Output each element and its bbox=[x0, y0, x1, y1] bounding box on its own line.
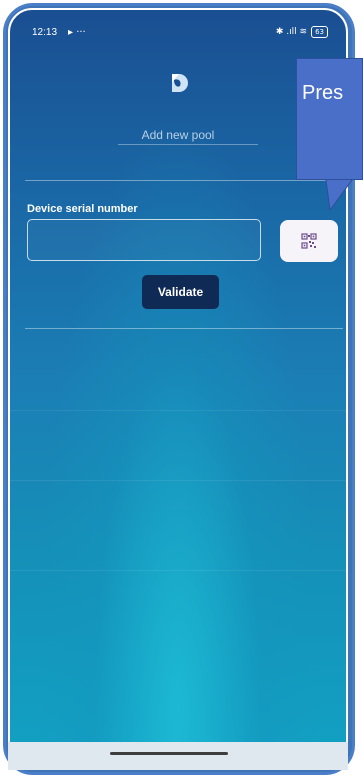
qr-code-icon bbox=[301, 233, 317, 249]
serial-number-input[interactable] bbox=[27, 219, 261, 261]
water-texture bbox=[10, 480, 346, 481]
status-notification-icons: ▸ ··· bbox=[68, 27, 86, 38]
status-time: 12:13 bbox=[32, 27, 58, 38]
signal-wifi-icon: ✱ .ıll ≋ bbox=[275, 27, 308, 37]
battery-icon: 63 bbox=[311, 26, 328, 38]
callout-text: Pres bbox=[302, 82, 344, 104]
title-divider bbox=[118, 144, 258, 145]
divider-bottom bbox=[25, 328, 343, 329]
status-icons: ✱ .ıll ≋ 63 bbox=[276, 26, 328, 38]
status-bar: 12:13 ▸ ··· ✱ .ıll ≋ 63 bbox=[10, 10, 346, 50]
water-texture bbox=[10, 570, 346, 571]
home-indicator[interactable] bbox=[110, 752, 228, 755]
validate-button[interactable]: Validate bbox=[142, 275, 219, 309]
callout-box bbox=[296, 58, 363, 180]
navigation-bar bbox=[8, 742, 348, 770]
callout-tail bbox=[325, 180, 353, 212]
water-texture bbox=[10, 410, 346, 411]
serial-number-label: Device serial number bbox=[27, 203, 138, 215]
app-logo-icon bbox=[172, 74, 188, 92]
scan-qr-button[interactable] bbox=[280, 220, 338, 262]
